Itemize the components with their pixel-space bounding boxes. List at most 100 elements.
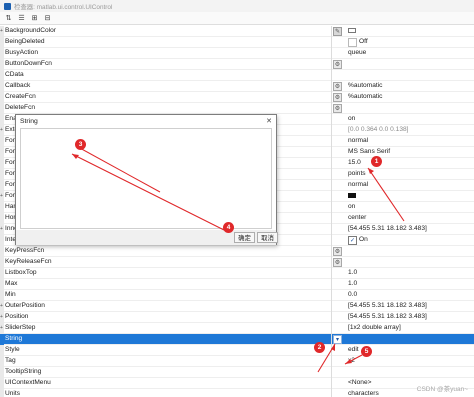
checkbox-on-icon[interactable]: ✓: [348, 236, 357, 245]
property-value[interactable]: MS Sans Serif: [348, 148, 390, 155]
callback-editor-icon[interactable]: ⚙: [333, 258, 342, 267]
column-divider: [331, 312, 332, 323]
property-value[interactable]: on: [348, 203, 355, 210]
expand-icon[interactable]: +: [0, 226, 3, 232]
row-gutter: [0, 48, 4, 59]
callback-editor-icon[interactable]: ⚙: [333, 104, 342, 113]
property-row[interactable]: + BackgroundColor ✎: [0, 26, 474, 37]
property-value[interactable]: 1.0: [348, 280, 357, 287]
callback-editor-icon[interactable]: ⚙: [333, 247, 342, 256]
column-divider: [331, 235, 332, 246]
property-name: BusyAction: [5, 49, 38, 56]
property-row[interactable]: KeyReleaseFcn ⚙: [0, 257, 474, 268]
expand-icon[interactable]: +: [0, 325, 3, 331]
property-row[interactable]: Max 1.0: [0, 279, 474, 290]
property-value[interactable]: normal: [348, 137, 368, 144]
property-value[interactable]: On: [359, 236, 368, 243]
cancel-button[interactable]: 取消: [257, 232, 278, 243]
property-row[interactable]: Units characters: [0, 389, 474, 397]
property-value-text: x2: [348, 357, 355, 364]
property-value[interactable]: edit: [348, 346, 359, 353]
property-value[interactable]: queue: [348, 49, 366, 56]
property-row[interactable]: Style edit: [0, 345, 474, 356]
property-value[interactable]: on: [348, 115, 355, 122]
column-divider: [331, 48, 332, 59]
close-icon[interactable]: ✕: [266, 117, 272, 125]
checkbox-off-icon[interactable]: [348, 38, 357, 47]
property-name: CreateFcn: [5, 93, 36, 100]
column-divider: [331, 378, 332, 389]
expand-icon[interactable]: +: [0, 303, 3, 309]
categorize-icon[interactable]: ☰: [17, 14, 26, 22]
callback-editor-icon[interactable]: ⚙: [333, 60, 342, 69]
property-row[interactable]: + Position [54.455 5.31 18.182 3.483]: [0, 312, 474, 323]
property-row[interactable]: String ▾: [0, 334, 474, 345]
property-row[interactable]: UIContextMenu <None>: [0, 378, 474, 389]
row-gutter: [0, 334, 4, 345]
property-value[interactable]: center: [348, 214, 366, 221]
expand-icon[interactable]: +: [0, 127, 3, 133]
color-picker-icon[interactable]: ✎: [333, 27, 342, 36]
property-value[interactable]: normal: [348, 181, 368, 188]
property-row[interactable]: CData: [0, 70, 474, 81]
row-gutter: [0, 378, 4, 389]
property-row[interactable]: BeingDeleted Off: [0, 37, 474, 48]
collapse-all-icon[interactable]: ⊟: [43, 14, 52, 22]
row-gutter: [0, 202, 4, 213]
property-value[interactable]: [1x2 double array]: [348, 324, 401, 331]
property-value[interactable]: 1.0: [348, 269, 357, 276]
property-value[interactable]: x2: [348, 357, 355, 364]
expand-icon[interactable]: +: [0, 193, 3, 199]
property-value[interactable]: [348, 192, 358, 199]
property-value-text: <None>: [348, 379, 372, 386]
callback-editor-icon[interactable]: ⚙: [333, 93, 342, 102]
property-row[interactable]: Callback ⚙ %automatic: [0, 81, 474, 92]
string-text-area[interactable]: [20, 128, 272, 229]
property-value[interactable]: 0.0: [348, 291, 357, 298]
property-row[interactable]: + SliderStep [1x2 double array]: [0, 323, 474, 334]
property-row[interactable]: Tag x2: [0, 356, 474, 367]
property-row[interactable]: TooltipString: [0, 367, 474, 378]
property-row[interactable]: ButtonDownFcn ⚙: [0, 59, 474, 70]
expand-icon[interactable]: +: [0, 314, 3, 320]
string-editor-icon[interactable]: ▾: [333, 335, 342, 344]
property-value[interactable]: [54.455 5.31 18.182 3.483]: [348, 225, 427, 232]
row-gutter: [0, 345, 4, 356]
property-row[interactable]: ListboxTop 1.0: [0, 268, 474, 279]
property-value[interactable]: [0.0 0.364 0.0 0.138]: [348, 126, 409, 133]
property-value[interactable]: [348, 27, 358, 34]
property-value[interactable]: [54.455 5.31 18.182 3.483]: [348, 302, 427, 309]
property-value-text: Off: [359, 38, 368, 45]
property-value[interactable]: %automatic: [348, 93, 382, 100]
expand-all-icon[interactable]: ⊞: [30, 14, 39, 22]
property-value[interactable]: <None>: [348, 379, 371, 386]
property-row[interactable]: Min 0.0: [0, 290, 474, 301]
callback-editor-icon[interactable]: ⚙: [333, 82, 342, 91]
property-value[interactable]: Off: [359, 38, 368, 45]
property-row[interactable]: BusyAction queue: [0, 48, 474, 59]
property-value-text: On: [359, 236, 368, 243]
ok-button[interactable]: 确定: [234, 232, 255, 243]
property-value[interactable]: 15.0: [348, 159, 361, 166]
property-value[interactable]: %automatic: [348, 82, 382, 89]
property-row[interactable]: CreateFcn ⚙ %automatic: [0, 92, 474, 103]
column-divider: [331, 323, 332, 334]
property-name: ButtonDownFcn: [5, 60, 52, 67]
column-divider: [331, 356, 332, 367]
property-row[interactable]: DeleteFcn ⚙: [0, 103, 474, 114]
property-value[interactable]: [54.455 5.31 18.182 3.483]: [348, 313, 427, 320]
property-name: TooltipString: [5, 368, 42, 375]
property-row[interactable]: KeyPressFcn ⚙: [0, 246, 474, 257]
row-gutter: [0, 279, 4, 290]
property-value[interactable]: characters: [348, 390, 379, 397]
property-name: KeyReleaseFcn: [5, 258, 52, 265]
property-row[interactable]: + OuterPosition [54.455 5.31 18.182 3.483]: [0, 301, 474, 312]
expand-icon[interactable]: +: [0, 28, 3, 34]
column-divider: [331, 279, 332, 290]
string-editor-dialog: String ✕ 确定 取消: [15, 114, 278, 245]
property-value-text: 0.0: [348, 291, 358, 298]
property-value-text: %automatic: [348, 82, 383, 89]
row-gutter: [0, 136, 4, 147]
property-value[interactable]: points: [348, 170, 366, 177]
sort-icon[interactable]: ⇅: [4, 14, 13, 22]
